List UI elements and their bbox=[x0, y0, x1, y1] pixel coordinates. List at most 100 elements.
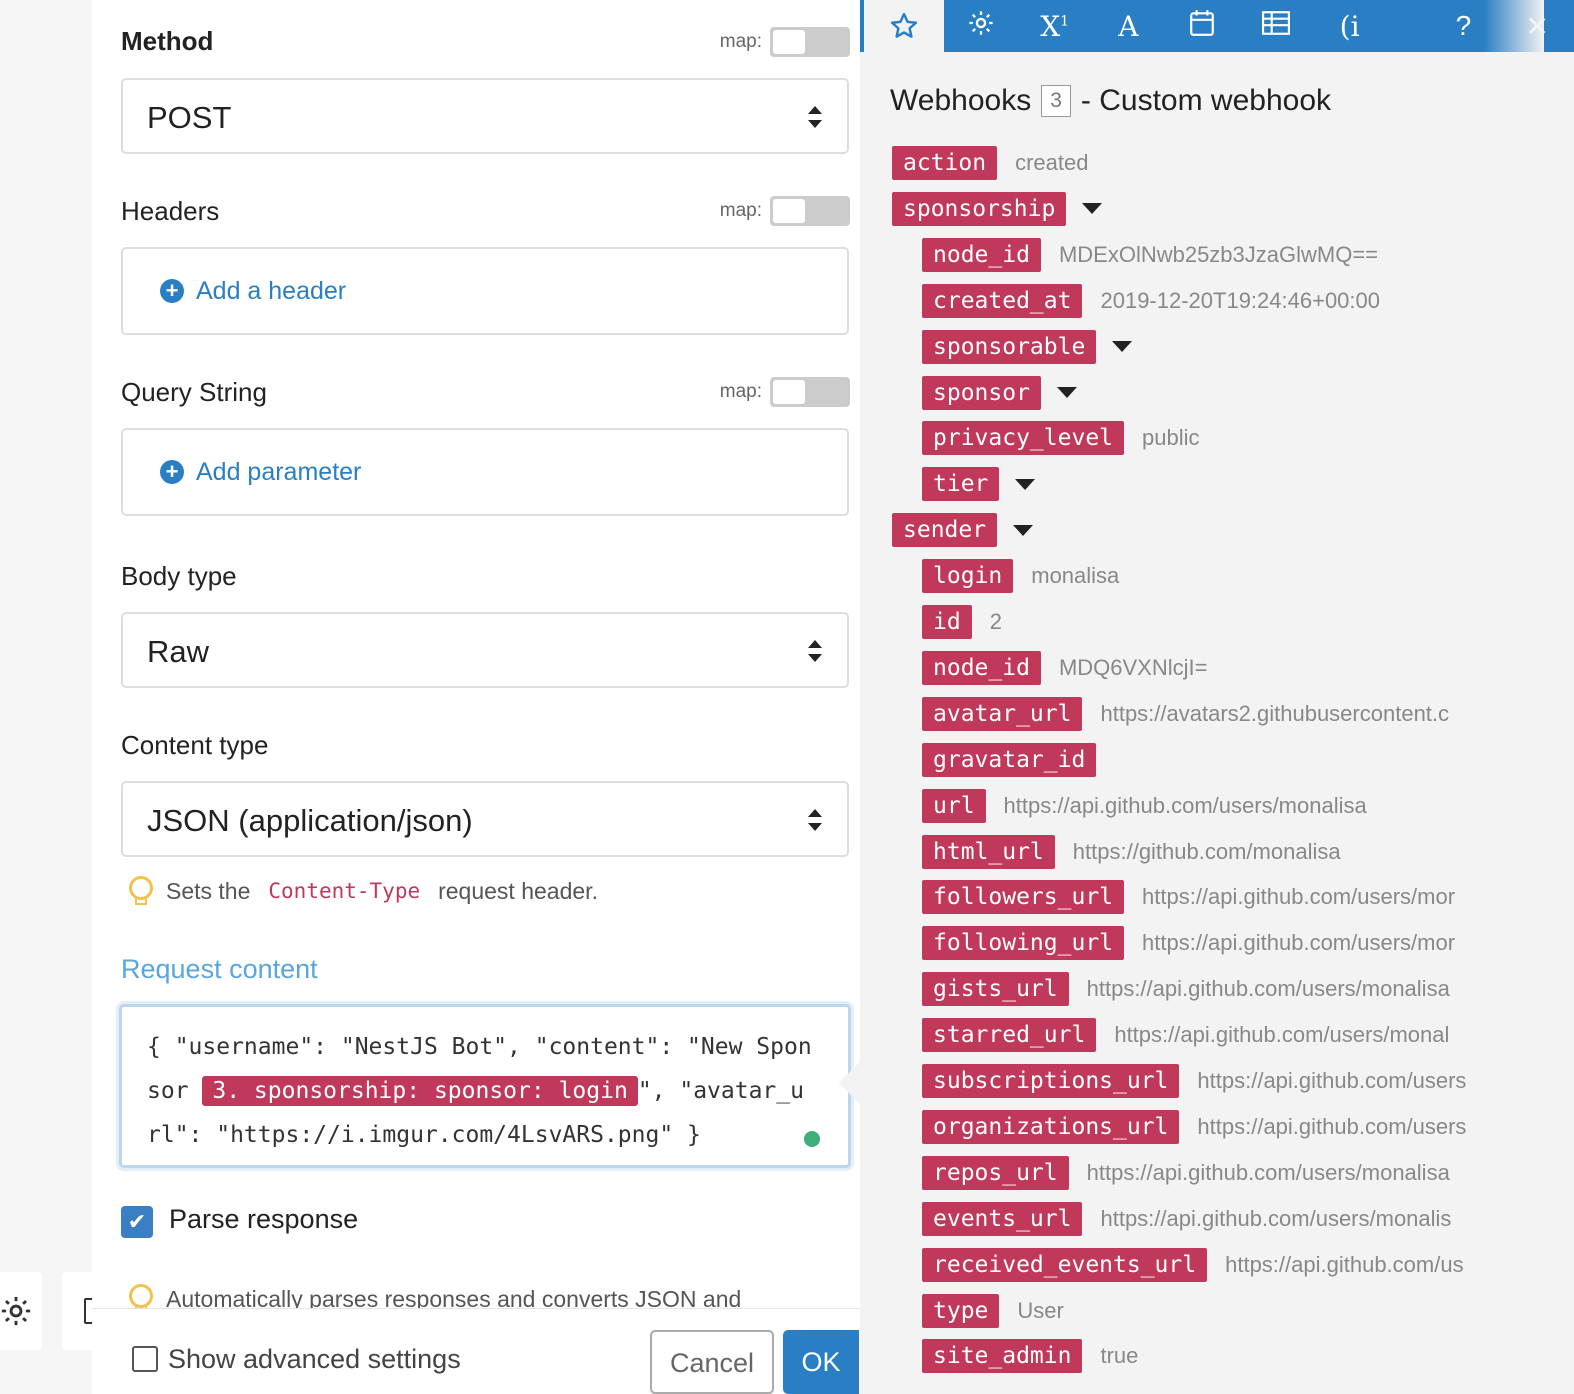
variable-pill[interactable]: node_id bbox=[922, 237, 1041, 272]
variable-row: events_url https://api.github.com/users/m… bbox=[922, 1201, 1451, 1236]
method-label: Method bbox=[121, 26, 214, 56]
variable-row: starred_url https://api.github.com/users/… bbox=[922, 1018, 1449, 1053]
show-advanced-checkbox[interactable] bbox=[132, 1346, 158, 1372]
variable-pill[interactable]: avatar_url bbox=[922, 696, 1083, 731]
variable-pill[interactable]: repos_url bbox=[922, 1155, 1069, 1190]
variable-value: true bbox=[1100, 1343, 1139, 1369]
variable-pill[interactable]: action bbox=[892, 146, 998, 180]
variable-value: public bbox=[1142, 425, 1200, 451]
variable-row: repos_url https://api.github.com/users/mo… bbox=[922, 1155, 1450, 1190]
variable-pill[interactable]: node_id bbox=[922, 650, 1041, 685]
select-caret-icon bbox=[807, 640, 823, 662]
functions-icon: (i bbox=[1339, 9, 1360, 43]
text-icon: A bbox=[1118, 9, 1139, 43]
variable-pill[interactable]: id bbox=[922, 605, 972, 639]
module-name: Webhooks bbox=[890, 84, 1032, 117]
tab-text-functions[interactable]: A bbox=[1092, 10, 1166, 43]
variable-row: sponsorable bbox=[922, 329, 1133, 364]
overflow-fade bbox=[1484, 0, 1544, 1394]
tab-math-functions[interactable]: X1 bbox=[1018, 10, 1092, 43]
expand-triangle-icon[interactable] bbox=[1112, 341, 1133, 353]
variable-pill[interactable]: created_at bbox=[922, 283, 1083, 318]
map-label: map: bbox=[719, 200, 762, 221]
expand-triangle-icon[interactable] bbox=[1056, 387, 1077, 398]
variable-row: following_url https://api.github.com/user… bbox=[922, 926, 1455, 961]
add-parameter-button[interactable]: + Add parameter bbox=[121, 428, 849, 516]
add-header-button[interactable]: + Add a header bbox=[121, 247, 849, 335]
method-map-toggle[interactable] bbox=[770, 27, 850, 57]
hint-code: Content-Type bbox=[268, 879, 421, 903]
mapped-variable-pill[interactable]: 3. sponsorship: sponsor: login bbox=[202, 1076, 638, 1106]
ok-button[interactable]: OK bbox=[783, 1330, 859, 1394]
variable-value: https://github.com/monalisa bbox=[1072, 838, 1341, 864]
module-number-badge: 3 bbox=[1041, 85, 1071, 117]
tab-array-functions[interactable] bbox=[1239, 10, 1313, 43]
variable-pill[interactable]: gravatar_id bbox=[922, 742, 1097, 777]
content-type-select[interactable]: JSON (application/json) bbox=[121, 781, 849, 857]
mapping-panel: X1 A (i ? ✕ Webhooks 3 - Custom webhook … bbox=[860, 0, 1574, 1394]
headers-map-toggle[interactable] bbox=[770, 196, 850, 226]
parse-response-label: Parse response bbox=[169, 1204, 359, 1234]
gear-icon bbox=[969, 10, 993, 35]
variable-value: 2 bbox=[989, 609, 1002, 634]
show-advanced-label: Show advanced settings bbox=[168, 1344, 461, 1374]
variable-row: organizations_url https://api.github.com/… bbox=[922, 1109, 1466, 1144]
variable-pill[interactable]: privacy_level bbox=[922, 421, 1125, 456]
variable-pill[interactable]: sponsor bbox=[922, 375, 1041, 410]
cancel-button[interactable]: Cancel bbox=[650, 1330, 774, 1394]
variable-pill[interactable]: followers_url bbox=[922, 880, 1125, 915]
tab-general-functions[interactable] bbox=[944, 9, 1018, 44]
variable-pill[interactable]: url bbox=[922, 788, 986, 823]
body-type-select[interactable]: Raw bbox=[121, 612, 849, 688]
method-map: map: bbox=[720, 27, 850, 57]
variable-pill[interactable]: sponsorable bbox=[922, 329, 1097, 364]
query-map-toggle[interactable] bbox=[770, 377, 850, 407]
variable-value: created bbox=[1015, 150, 1089, 175]
method-select[interactable]: POST bbox=[121, 78, 849, 154]
variable-pill[interactable]: sponsorship bbox=[892, 191, 1067, 226]
variable-row: avatar_url https://avatars2.githubusercon… bbox=[922, 696, 1449, 731]
expand-triangle-icon[interactable] bbox=[1082, 203, 1103, 215]
variable-pill[interactable]: login bbox=[922, 559, 1014, 594]
tab-date-functions[interactable] bbox=[1165, 9, 1239, 44]
expand-triangle-icon[interactable] bbox=[1013, 524, 1034, 536]
variable-pill[interactable]: subscriptions_url bbox=[922, 1064, 1180, 1098]
variable-pill[interactable]: starred_url bbox=[922, 1018, 1097, 1053]
gear-icon bbox=[1, 1296, 31, 1326]
module-type: - Custom webhook bbox=[1080, 84, 1331, 117]
variable-row: sender bbox=[892, 513, 1034, 548]
variable-pill[interactable]: html_url bbox=[922, 834, 1055, 869]
variable-pill[interactable]: sender bbox=[892, 513, 998, 548]
variable-value: https://api.github.com/users/monalisa bbox=[1003, 792, 1367, 818]
map-label: map: bbox=[719, 381, 762, 402]
variable-pill[interactable]: events_url bbox=[922, 1201, 1083, 1236]
plus-circle-icon: + bbox=[160, 279, 184, 303]
variable-row: subscriptions_url https://api.github.com/… bbox=[922, 1064, 1466, 1098]
variable-pill[interactable]: gists_url bbox=[922, 972, 1069, 1007]
lightbulb-icon bbox=[128, 876, 153, 906]
variable-pill[interactable]: type bbox=[922, 1293, 1000, 1328]
variable-row: tier bbox=[922, 467, 1036, 502]
variable-value: User bbox=[1017, 1297, 1064, 1323]
parse-response-checkbox[interactable]: ✔ bbox=[121, 1206, 153, 1238]
background-canvas bbox=[0, 0, 92, 1394]
variable-value: 2019-12-20T19:24:46+00:00 bbox=[1100, 287, 1380, 313]
hint-text: Sets the bbox=[166, 877, 251, 904]
tab-custom-functions[interactable]: (i bbox=[1313, 10, 1387, 43]
variable-row: sponsor bbox=[922, 375, 1077, 410]
variable-row: url https://api.github.com/users/monalisa bbox=[922, 788, 1367, 823]
map-label: map: bbox=[719, 31, 762, 52]
expand-triangle-icon[interactable] bbox=[1015, 478, 1036, 490]
variable-row: id 2 bbox=[922, 605, 1002, 639]
scenario-settings-button[interactable] bbox=[0, 1272, 42, 1350]
variable-value: MDExOlNwb25zb3JzaGlwMQ== bbox=[1058, 241, 1379, 267]
variable-pill[interactable]: received_events_url bbox=[922, 1247, 1208, 1282]
tab-favorites[interactable] bbox=[864, 0, 944, 52]
request-content-editor[interactable]: { "username": "NestJS Bot", "content": "… bbox=[119, 1004, 851, 1168]
variable-value: https://api.github.com/users/monalisa bbox=[1086, 1159, 1450, 1185]
variable-pill[interactable]: organizations_url bbox=[922, 1109, 1180, 1144]
variable-row: followers_url https://api.github.com/user… bbox=[922, 880, 1455, 915]
variable-pill[interactable]: tier bbox=[922, 467, 1000, 502]
variable-pill[interactable]: following_url bbox=[922, 926, 1125, 961]
variable-pill[interactable]: site_admin bbox=[922, 1339, 1083, 1374]
